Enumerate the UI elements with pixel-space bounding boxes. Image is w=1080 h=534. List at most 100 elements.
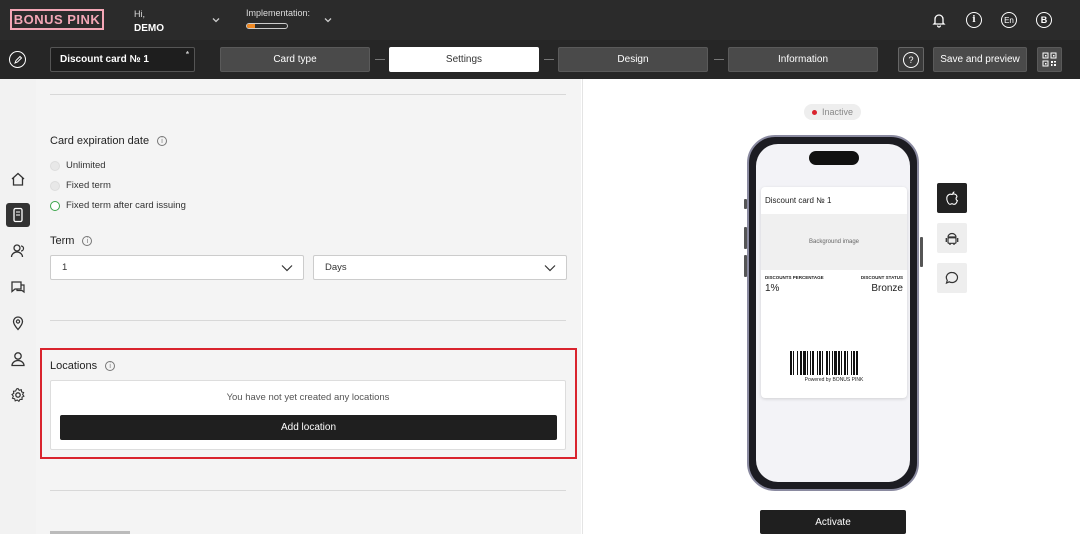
discount-status-value: Bronze xyxy=(871,283,903,294)
radio-label: Unlimited xyxy=(66,160,106,171)
info-icon[interactable]: i xyxy=(157,136,168,146)
barcode xyxy=(790,351,878,375)
save-and-preview-button[interactable]: Save and preview xyxy=(933,47,1027,72)
expiration-title: Card expiration date xyxy=(50,135,150,147)
pass-background-image: Background image xyxy=(761,214,907,270)
activate-button[interactable]: Activate xyxy=(760,510,906,534)
preview-panel: Inactive Discount card № 1 Background im… xyxy=(582,79,1080,534)
divider xyxy=(50,94,566,95)
user-name: DEMO xyxy=(134,23,164,34)
implementation-progress: Implementation: xyxy=(246,8,310,29)
locations-empty-text: You have not yet created any locations xyxy=(226,392,390,403)
top-bar: BONUS PINK Hi, DEMO Implementation: i En… xyxy=(0,0,1080,40)
message-platform-button[interactable] xyxy=(937,263,967,293)
powered-by: Powered by BONUS PINK xyxy=(804,377,864,383)
qr-code-icon xyxy=(1042,52,1057,67)
expiration-section-title: Card expiration date i xyxy=(50,135,168,147)
chat-icon[interactable] xyxy=(6,275,30,299)
discount-percentage-value: 1% xyxy=(765,283,780,294)
chevron-down-icon xyxy=(281,265,293,272)
implementation-bar-fill xyxy=(247,24,255,28)
step-separator xyxy=(544,59,554,60)
discount-percentage-label: DISCOUNTS PERCENTAGE xyxy=(765,275,824,280)
status-dot xyxy=(812,109,817,115)
radio-label: Fixed term after card issuing xyxy=(66,200,186,211)
tab-information[interactable]: Information xyxy=(728,47,878,72)
truncated-label xyxy=(50,528,130,534)
user-greeting[interactable]: Hi, DEMO xyxy=(134,8,164,35)
edit-icon[interactable] xyxy=(9,51,26,68)
chevron-down-icon xyxy=(544,265,556,272)
divider xyxy=(50,490,566,491)
radio-fixed-term[interactable]: Fixed term xyxy=(50,180,111,191)
card-name-value: Discount card № 1 xyxy=(60,54,149,65)
step-separator xyxy=(714,59,724,60)
radio-fixed-term-after-issuing[interactable]: Fixed term after card issuing xyxy=(50,200,186,211)
barcode-bar xyxy=(856,351,858,375)
discount-status-label: DISCOUNT STATUS xyxy=(860,275,903,280)
term-unit: Days xyxy=(325,262,347,273)
radio-unlimited[interactable]: Unlimited xyxy=(50,160,106,171)
term-title: Term xyxy=(50,235,75,247)
radio-button-selected[interactable] xyxy=(50,200,60,211)
toolbar: Discount card № 1 * Card type Settings D… xyxy=(0,40,1080,79)
info-icon[interactable]: i xyxy=(105,361,116,371)
next-section-title xyxy=(50,528,190,534)
implementation-label: Implementation: xyxy=(246,8,311,18)
locations-box: You have not yet created any locations A… xyxy=(50,380,566,450)
users-icon[interactable] xyxy=(6,239,30,263)
tab-card-type[interactable]: Card type xyxy=(220,47,370,72)
tab-design[interactable]: Design xyxy=(558,47,708,72)
language-selector[interactable]: En xyxy=(1000,11,1018,29)
card-name-input[interactable]: Discount card № 1 * xyxy=(50,47,195,72)
locations-title: Locations xyxy=(50,360,98,372)
status-badge: Inactive xyxy=(804,104,862,120)
message-icon xyxy=(945,271,959,285)
home-icon[interactable] xyxy=(6,167,30,191)
bell-icon[interactable] xyxy=(930,11,948,29)
term-unit-select[interactable]: Days xyxy=(313,255,567,280)
person-icon[interactable] xyxy=(6,347,30,371)
pass-title: Discount card № 1 xyxy=(765,196,832,205)
radio-label: Fixed term xyxy=(66,180,111,191)
phone-side-button xyxy=(920,237,923,267)
radio-button[interactable] xyxy=(50,180,60,191)
help-button[interactable]: ? xyxy=(898,47,924,72)
dynamic-island xyxy=(809,151,859,165)
term-value: 1 xyxy=(62,262,68,273)
card-icon[interactable] xyxy=(6,203,30,227)
info-icon[interactable]: i xyxy=(82,236,93,246)
wallet-pass: Discount card № 1 Background image DISCO… xyxy=(761,187,907,398)
divider xyxy=(50,320,566,321)
required-mark: * xyxy=(185,50,189,59)
sidebar xyxy=(0,79,36,534)
language-label: En xyxy=(1001,12,1017,28)
android-icon xyxy=(945,232,959,245)
add-location-button[interactable]: Add location xyxy=(60,415,557,440)
term-value-select[interactable]: 1 xyxy=(50,255,304,280)
qr-code-button[interactable] xyxy=(1037,47,1062,72)
phone-mockup: Discount card № 1 Background image DISCO… xyxy=(747,135,919,491)
radio-button[interactable] xyxy=(50,160,60,171)
chevron-down-icon[interactable] xyxy=(210,14,222,26)
phone-screen: Discount card № 1 Background image DISCO… xyxy=(756,144,910,482)
question-icon: ? xyxy=(903,51,919,68)
logo[interactable]: BONUS PINK xyxy=(10,9,104,30)
status-label: Inactive xyxy=(822,107,854,117)
locations-section-title: Locations i xyxy=(50,360,116,372)
step-separator xyxy=(375,59,385,60)
tab-settings[interactable]: Settings xyxy=(389,47,539,72)
implementation-bar xyxy=(246,23,288,29)
avatar[interactable]: B xyxy=(1035,11,1053,29)
avatar-letter: B xyxy=(1036,12,1052,28)
settings-panel: Card expiration date i Unlimited Fixed t… xyxy=(36,79,581,534)
location-icon[interactable] xyxy=(6,311,30,335)
info-icon[interactable]: i xyxy=(965,11,983,29)
greeting-label: Hi, xyxy=(134,9,145,19)
android-platform-button[interactable] xyxy=(937,223,967,253)
gear-icon[interactable] xyxy=(6,383,30,407)
term-section-title: Term i xyxy=(50,235,93,247)
apple-platform-button[interactable] xyxy=(937,183,967,213)
chevron-down-icon[interactable] xyxy=(322,14,334,26)
apple-icon xyxy=(946,191,959,205)
